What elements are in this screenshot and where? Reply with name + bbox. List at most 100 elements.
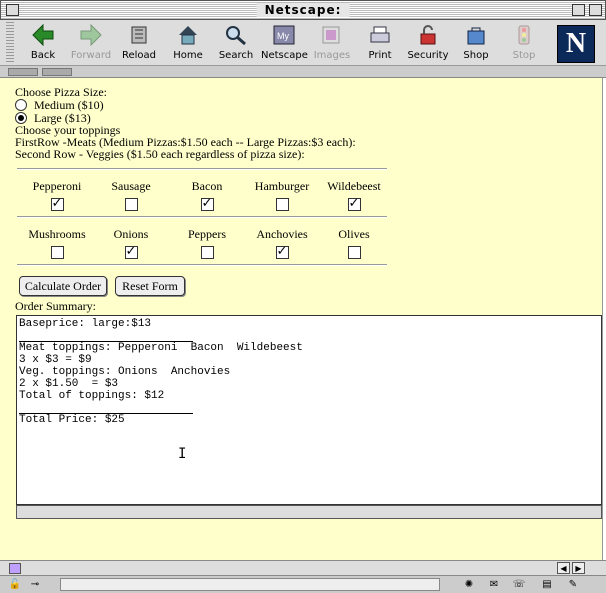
topping-onions-checkbox[interactable] [124,244,138,259]
summary-separator [19,341,193,342]
collapse-box-icon[interactable] [589,4,602,16]
topping-olives: Olives [314,227,394,259]
scroll-left-arrow-icon[interactable]: ◀ [557,562,570,574]
scroll-right-arrow-icon[interactable]: ▶ [572,562,585,574]
reload-icon [127,24,151,46]
reset-form-button[interactable]: Reset Form [115,276,185,296]
order-summary-textarea[interactable]: Baseprice: large:$13 Meat toppings: Pepp… [16,315,602,505]
stop-icon [512,24,536,46]
toolbar-button-label: Print [368,50,392,61]
topping-label: Anchovies [256,227,308,241]
topping-label: Sausage [111,179,151,193]
window-title: Netscape: [256,3,350,17]
page-content: Choose Pizza Size: Medium ($10) Large ($… [0,78,603,560]
discussions-icon[interactable]: ☏ [512,579,526,591]
topping-label: Mushrooms [28,227,86,241]
navigation-toolbar: Back Forward Reload Home Search My Netscape Ima… [0,20,606,66]
forward-arrow-icon [79,23,103,47]
personal-toolbar-tab[interactable] [42,68,72,76]
topping-bacon: Bacon [167,179,247,211]
toolbar-images-button[interactable]: Images [309,24,355,64]
summary-separator [19,413,193,414]
toolbar-button-label: Security [407,50,449,61]
toolbar-reload-button[interactable]: Reload [116,24,162,64]
toolbar-stop-button[interactable]: Stop [501,24,547,64]
topping-onions: Onions [91,227,171,259]
order-summary-text: Baseprice: large:$13 Meat toppings: Pepp… [19,318,303,426]
topping-sausage: Sausage [91,179,171,211]
svg-text:My: My [277,31,289,41]
toolbar-search-button[interactable]: Search [213,24,259,64]
toolbar-security-button[interactable]: Security [405,24,451,64]
divider [17,216,387,218]
divider [17,264,387,266]
toolbar-button-label: Images [313,50,351,61]
topping-wildebeest-checkbox[interactable] [347,196,361,211]
topping-pepperoni-checkbox[interactable] [50,196,64,211]
summary-horizontal-scrollbar[interactable] [16,505,602,519]
topping-bacon-checkbox[interactable] [200,196,214,211]
toolbar-button-label: Back [30,50,56,61]
topping-pepperoni: Pepperoni [17,179,97,211]
composer-icon[interactable]: ▤ [540,579,554,591]
close-box-icon[interactable] [6,4,19,16]
zoom-box-icon[interactable] [572,4,585,16]
topping-anchovies: Anchovies [242,227,322,259]
topping-anchovies-checkbox[interactable] [275,244,289,259]
toolbar-button-label: Search [218,50,254,61]
connection-status-icon: ⊸ [30,579,40,590]
mail-icon[interactable]: ✉ [487,579,501,591]
netscape-logo[interactable]: N [557,25,595,63]
home-icon [176,24,200,46]
security-lock-icon[interactable]: 🔓 [8,579,22,591]
topping-olives-checkbox[interactable] [347,246,361,259]
back-arrow-icon [31,23,55,47]
toolbar-button-label: Netscape [261,50,308,61]
topping-hamburger: Hamburger [242,179,322,211]
size-medium-radio[interactable] [15,99,27,111]
toolbar-print-button[interactable]: Print [357,24,403,64]
topping-mushrooms-checkbox[interactable] [50,246,64,259]
shop-bag-icon [464,24,488,46]
topping-hamburger-checkbox[interactable] [275,198,289,211]
page-horizontal-scrollbar[interactable]: ◀ ▶ [0,560,606,575]
status-text-field [60,578,440,591]
security-lock-icon [416,24,440,46]
topping-label: Olives [338,227,370,241]
toolbar-shop-button[interactable]: Shop [453,24,499,64]
toolbar-home-button[interactable]: Home [165,24,211,64]
order-summary-label: Order Summary: [15,299,96,313]
toolbar-forward-button[interactable]: Forward [68,23,114,64]
toolbar-button-label: Home [173,50,203,61]
scroll-thumb-icon[interactable] [9,563,21,574]
status-bar: 🔓 ⊸ ✺ ✉ ☏ ▤ ✎ [0,575,606,593]
toolbar-netscape-button[interactable]: My Netscape [261,24,308,64]
toolbar-back-button[interactable]: Back [20,23,66,64]
topping-label: Wildebeest [327,179,381,193]
topping-wildebeest: Wildebeest [314,179,394,211]
print-icon [368,24,392,46]
text-cursor-icon: I [178,446,187,462]
topping-mushrooms: Mushrooms [17,227,97,259]
topping-label: Pepperoni [32,179,82,193]
topping-label: Onions [113,227,149,241]
topping-peppers: Peppers [167,227,247,259]
netscape-icon: My [272,24,296,46]
component-icon[interactable]: ✺ [462,579,476,591]
toolbar-button-label: Shop [463,50,489,61]
calculate-order-button[interactable]: Calculate Order [19,276,107,296]
location-bar-tab[interactable] [8,68,38,76]
collapsed-location-bar [0,66,606,78]
edit-icon[interactable]: ✎ [566,579,580,591]
veggies-pricing-note: Second Row - Veggies ($1.50 each regardl… [15,147,305,161]
toolbar-button-label: Reload [121,50,157,61]
window-title-bar[interactable]: Netscape: [0,0,606,20]
divider [17,168,387,170]
toolbar-grip[interactable] [6,22,14,62]
topping-peppers-checkbox[interactable] [200,246,214,259]
images-icon [320,24,344,46]
topping-sausage-checkbox[interactable] [124,198,138,211]
search-icon [224,24,248,46]
toolbar-button-label: Stop [512,50,536,61]
topping-label: Peppers [188,227,226,241]
